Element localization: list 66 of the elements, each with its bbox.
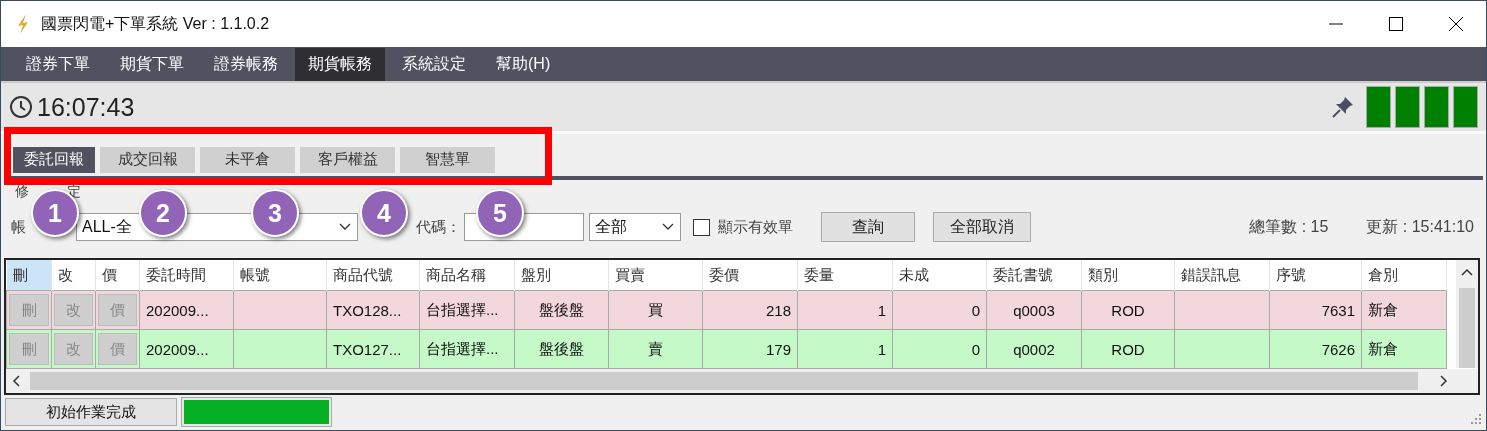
- clock-time: 16:07:43: [37, 92, 136, 122]
- query-button[interactable]: 查詢: [821, 212, 915, 242]
- table-cell: 賣: [608, 329, 703, 369]
- window-title: 國票閃電+下單系統 Ver : 1.1.0.2: [41, 13, 271, 34]
- tab[interactable]: 委託回報: [13, 147, 95, 173]
- checkbox-label: 顯示有效單: [718, 217, 793, 237]
- lightning-icon: [15, 13, 31, 35]
- step-tooltip: 5: [476, 189, 524, 237]
- type-dropdown[interactable]: 全部: [589, 213, 681, 241]
- table-cell: 台指選擇...: [419, 329, 515, 369]
- menu-item[interactable]: 系統設定: [389, 47, 479, 81]
- clock-icon: [9, 95, 33, 119]
- table-cell: 218: [702, 290, 798, 330]
- account-label: 帳: [11, 217, 26, 237]
- tab[interactable]: 成交回報: [100, 147, 195, 173]
- menu-item[interactable]: 證券下單: [13, 47, 103, 81]
- product-code-label: 代碼：: [416, 217, 461, 237]
- caret-icon: [662, 223, 674, 231]
- table-cell: 盤後盤: [514, 329, 609, 369]
- menu-item[interactable]: 證券帳務: [201, 47, 291, 81]
- table-cell: ROD: [1081, 290, 1175, 330]
- update-time: 更新 : 15:41:10: [1366, 216, 1474, 237]
- table-cell: 盤後盤: [514, 290, 609, 330]
- table-cell: q0002: [986, 329, 1082, 369]
- menu-item[interactable]: 期貨帳務: [295, 47, 385, 81]
- cancel-all-button[interactable]: 全部取消: [933, 212, 1031, 242]
- table-cell: 202009...: [139, 329, 234, 369]
- group-label: 定: [67, 183, 81, 201]
- table-cell: TXO127...: [326, 329, 420, 369]
- table-cell: 台指選擇...: [419, 290, 515, 330]
- total-count: 總筆數 : 15: [1249, 216, 1329, 237]
- table-cell: 1: [797, 329, 893, 369]
- table-cell: ROD: [1081, 329, 1175, 369]
- scroll-thumb[interactable]: [1459, 288, 1475, 368]
- table-cell: 1: [797, 290, 893, 330]
- step-tooltip: 4: [360, 189, 408, 237]
- horizontal-scrollbar[interactable]: [6, 369, 1478, 393]
- tab[interactable]: 智慧單: [400, 147, 495, 173]
- tab[interactable]: 未平倉: [200, 147, 295, 173]
- tab[interactable]: 客戶權益: [300, 147, 395, 173]
- table-cell: 179: [702, 329, 798, 369]
- table-cell: TXO128...: [326, 290, 420, 330]
- step-tooltip: 3: [251, 189, 299, 237]
- group-label: 修: [15, 183, 29, 201]
- column-header[interactable]: 刪: [6, 260, 52, 291]
- maximize-icon: [1389, 17, 1403, 31]
- close-icon: [1449, 17, 1463, 31]
- step-tooltip: 2: [139, 189, 187, 237]
- table-cell: 202009...: [139, 290, 234, 330]
- table-cell: 7631: [1269, 290, 1362, 330]
- checkbox[interactable]: [693, 218, 710, 236]
- table-cell: 新倉: [1361, 290, 1447, 330]
- table-cell: 7626: [1269, 329, 1362, 369]
- table-cell: 新倉: [1361, 329, 1447, 369]
- table-cell: 0: [892, 329, 987, 369]
- table-cell: q0003: [986, 290, 1082, 330]
- table-cell: 0: [892, 290, 987, 330]
- pin-icon[interactable]: [1330, 94, 1356, 120]
- resize-grip-icon[interactable]: [1470, 413, 1482, 425]
- menu-item[interactable]: 幫助(H): [483, 47, 564, 81]
- caret-icon: [339, 223, 351, 231]
- table-cell: 買: [608, 290, 703, 330]
- status-message: 初始作業完成: [5, 398, 177, 426]
- menu-item[interactable]: 期貨下單: [107, 47, 197, 81]
- scroll-thumb[interactable]: [30, 372, 1418, 390]
- vertical-scrollbar[interactable]: [1456, 260, 1478, 368]
